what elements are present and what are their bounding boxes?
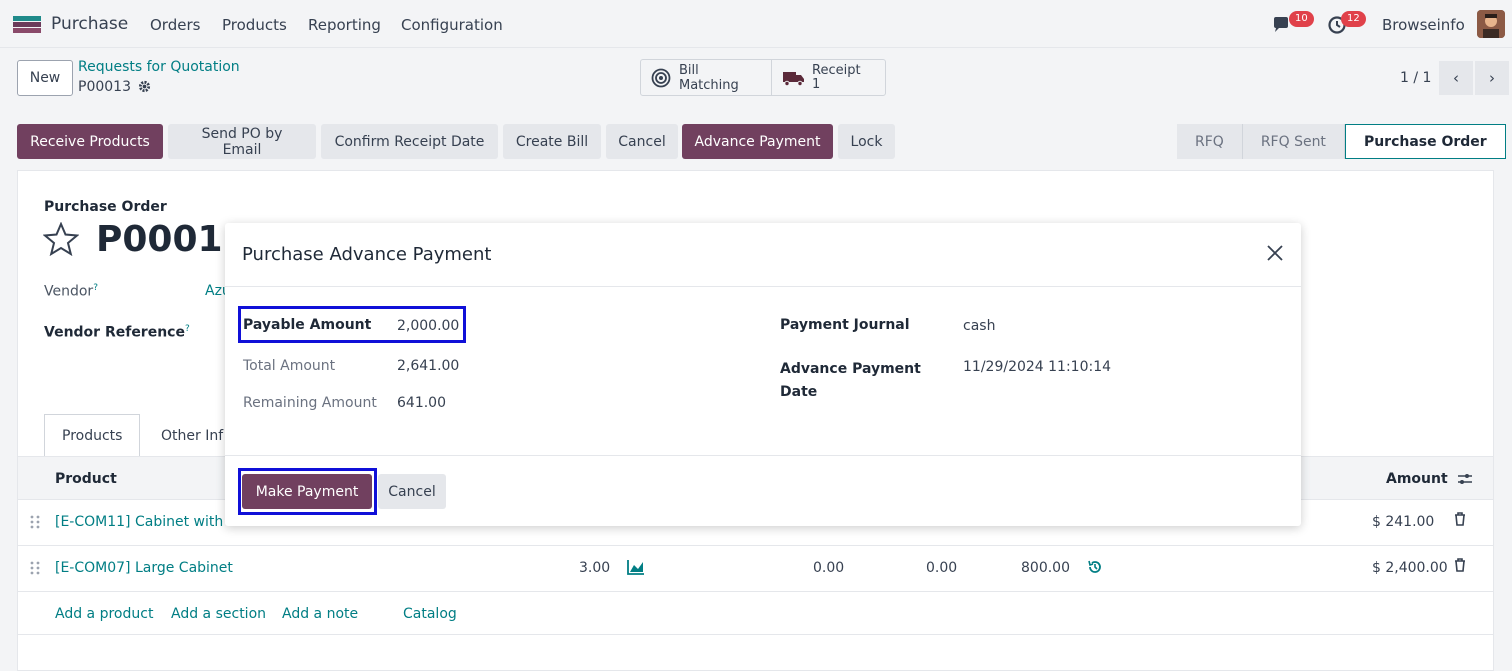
vendor-reference-label: Vendor Reference? (44, 324, 190, 341)
row-amount: $ 2,400.00 (1372, 560, 1448, 576)
advance-payment-button[interactable]: Advance Payment (682, 124, 833, 159)
document-type: Purchase Order (44, 199, 167, 215)
pager-previous-button[interactable]: ‹ (1439, 61, 1473, 95)
row-unit-price[interactable]: 800.00 (1021, 560, 1070, 576)
star-icon[interactable] (42, 221, 80, 260)
receipt-button[interactable]: Receipt 1 (772, 60, 885, 95)
lock-button[interactable]: Lock (838, 124, 895, 159)
remaining-amount-label: Remaining Amount (243, 395, 377, 411)
trash-icon[interactable] (1454, 512, 1466, 530)
trash-icon[interactable] (1454, 558, 1466, 576)
pager-value[interactable]: 1 / 1 (1400, 70, 1431, 86)
cancel-order-button[interactable]: Cancel (606, 124, 678, 159)
payment-journal-field[interactable]: cash (963, 318, 995, 334)
activities-badge: 12 (1341, 11, 1366, 27)
vendor-label: Vendor? (44, 283, 98, 300)
create-bill-button[interactable]: Create Bill (503, 124, 601, 159)
column-amount[interactable]: Amount (1386, 471, 1448, 487)
receipt-label: Receipt (812, 62, 861, 78)
user-avatar[interactable] (1477, 10, 1505, 38)
column-product[interactable]: Product (55, 471, 117, 487)
tab-products[interactable]: Products (44, 414, 141, 457)
row-product[interactable]: [E-COM07] Large Cabinet (55, 560, 233, 576)
drag-handle-icon[interactable] (30, 560, 40, 580)
breadcrumb-requests-for-quotation[interactable]: Requests for Quotation (78, 59, 240, 75)
receipt-count: 1 (812, 76, 821, 92)
payable-amount-label: Payable Amount (243, 317, 372, 333)
payable-amount-input[interactable]: 2,000.00 (397, 318, 459, 334)
top-navbar: Purchase Orders Products Reporting Confi… (0, 0, 1512, 48)
row-value-1[interactable]: 0.00 (813, 560, 844, 576)
send-po-by-email-button[interactable]: Send PO by Email (168, 124, 316, 159)
breadcrumb-record: P00013 (78, 79, 151, 97)
close-icon[interactable] (1265, 243, 1287, 265)
row-product[interactable]: [E-COM11] Cabinet with (55, 514, 223, 530)
column-settings-icon[interactable] (1457, 471, 1473, 491)
truck-icon (782, 69, 806, 87)
status-bar: RFQ RFQ Sent Purchase Order (1177, 124, 1506, 159)
chevron-left-icon: ‹ (1453, 69, 1459, 87)
make-payment-button[interactable]: Make Payment (242, 474, 372, 509)
drag-handle-icon[interactable] (30, 514, 40, 534)
add-note-link[interactable]: Add a note (282, 606, 358, 622)
messages-badge: 10 (1289, 11, 1314, 27)
dialog-title: Purchase Advance Payment (242, 244, 492, 265)
dialog-cancel-button[interactable]: Cancel (378, 474, 446, 509)
row-value-2[interactable]: 0.00 (926, 560, 957, 576)
status-rfq-sent[interactable]: RFQ Sent (1242, 124, 1345, 159)
advance-payment-dialog: Purchase Advance Payment Payable Amount … (225, 223, 1301, 526)
receive-products-button[interactable]: Receive Products (17, 124, 163, 159)
payment-journal-label: Payment Journal (780, 317, 910, 333)
menu-configuration[interactable]: Configuration (401, 16, 503, 34)
add-line-row: Add a product Add a section Add a note C… (18, 592, 1493, 635)
advance-payment-date-field[interactable]: 11/29/2024 11:10:14 (963, 359, 1111, 375)
catalog-link[interactable]: Catalog (403, 606, 457, 622)
row-quantity[interactable]: 3.00 (579, 560, 610, 576)
add-section-link[interactable]: Add a section (171, 606, 266, 622)
bullseye-icon (651, 68, 671, 88)
total-amount-label: Total Amount (243, 358, 336, 374)
total-amount-value: 2,641.00 (397, 358, 460, 374)
menu-products[interactable]: Products (222, 16, 287, 34)
forecast-chart-icon[interactable] (627, 559, 645, 579)
status-purchase-order[interactable]: Purchase Order (1344, 124, 1506, 159)
purchase-app-icon[interactable] (13, 16, 41, 33)
status-rfq[interactable]: RFQ (1177, 124, 1243, 159)
bill-matching-label: Bill Matching (679, 62, 739, 93)
table-row[interactable]: [E-COM07] Large Cabinet 3.00 0.00 0.00 8… (18, 546, 1493, 592)
chevron-right-icon: › (1489, 69, 1495, 87)
remaining-amount-value: 641.00 (397, 395, 446, 411)
smart-buttons: Bill Matching Receipt 1 (640, 59, 886, 96)
menu-reporting[interactable]: Reporting (308, 16, 381, 34)
row-amount: $ 241.00 (1372, 514, 1435, 530)
app-name[interactable]: Purchase (51, 14, 128, 34)
record-name: P00013 (78, 79, 131, 95)
company-name[interactable]: Browseinfo (1382, 16, 1465, 34)
menu-orders[interactable]: Orders (150, 16, 200, 34)
add-product-link[interactable]: Add a product (55, 606, 153, 622)
confirm-receipt-date-button[interactable]: Confirm Receipt Date (321, 124, 498, 159)
advance-payment-date-label: Advance Payment Date (780, 361, 921, 400)
new-button[interactable]: New (17, 60, 73, 96)
bill-matching-button[interactable]: Bill Matching (641, 60, 772, 95)
dialog-header: Purchase Advance Payment (225, 223, 1301, 287)
pager-next-button[interactable]: › (1475, 61, 1509, 95)
dialog-footer: Make Payment Cancel (225, 455, 1301, 526)
gear-icon[interactable] (138, 80, 151, 97)
history-icon[interactable] (1087, 559, 1103, 579)
